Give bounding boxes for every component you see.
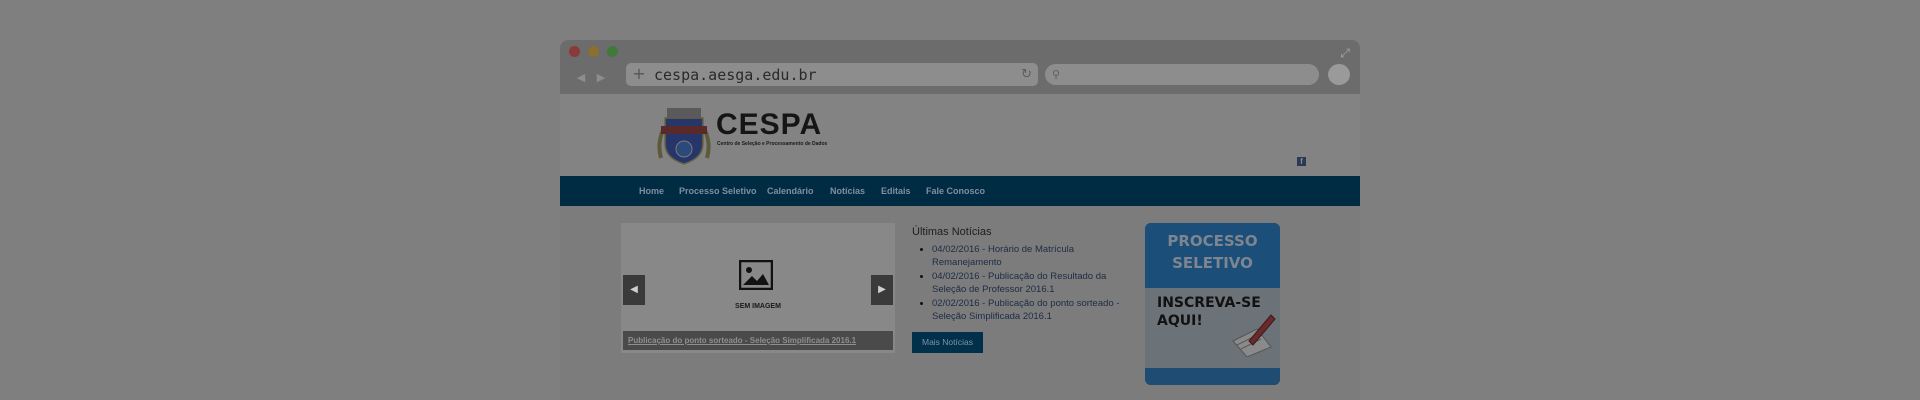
plus-icon[interactable]: + — [632, 63, 646, 86]
url-text[interactable]: cespa.aesga.edu.br — [654, 63, 817, 86]
extension-button[interactable] — [1328, 64, 1350, 85]
logo-subtitle: Centro de Seleção e Processamento de Dad… — [717, 141, 828, 147]
menu-item-fale-conosco[interactable]: Fale Conosco — [926, 176, 985, 206]
image-slider[interactable]: SEM IMAGEM ◀ ▶ Publicação do ponto sorte… — [621, 223, 895, 353]
aesga-crest-logo[interactable] — [655, 104, 713, 168]
menu-item-editais[interactable]: Editais — [881, 176, 911, 206]
facebook-icon[interactable]: f — [1297, 157, 1306, 166]
search-field[interactable]: ⚲ — [1045, 64, 1319, 85]
forward-arrow-icon[interactable]: ▶ — [592, 68, 610, 88]
processo-seletivo-banner[interactable]: PROCESSO SELETIVO INSCREVA-SE AQUI! — [1145, 223, 1280, 385]
news-heading: Últimas Notícias — [912, 226, 992, 238]
menu-item-home[interactable]: Home — [639, 176, 664, 206]
slider-next-button[interactable]: ▶ — [871, 275, 893, 305]
news-list: 04/02/2016 - Horário de Matrícula Remane… — [912, 243, 1137, 323]
address-bar[interactable]: + cespa.aesga.edu.br ↻ — [626, 63, 1038, 86]
menu-item-processo-seletivo[interactable]: Processo Seletivo — [679, 176, 757, 206]
reload-icon[interactable]: ↻ — [1021, 63, 1032, 86]
site-header: CESPA Centro de Seleção e Processamento … — [560, 94, 1360, 176]
banner-cta-line1: INSCREVA-SE — [1157, 295, 1261, 311]
banner-cta-line2: AQUI! — [1157, 313, 1203, 329]
news-item[interactable]: 02/02/2016 - Publicação do ponto sortead… — [932, 297, 1137, 323]
back-arrow-icon[interactable]: ◀ — [572, 68, 590, 88]
browser-toolbar: ⤢ ◀ ▶ + cespa.aesga.edu.br ↻ ⚲ — [560, 40, 1360, 94]
logo-title[interactable]: CESPA — [716, 110, 822, 140]
slider-caption: Publicação do ponto sorteado - Seleção S… — [623, 331, 893, 350]
menu-item-noticias[interactable]: Notícias — [830, 176, 865, 206]
news-item[interactable]: 04/02/2016 - Horário de Matrícula Remane… — [932, 243, 1137, 269]
main-menu: Home Processo Seletivo Calendário Notíci… — [560, 176, 1360, 206]
news-item[interactable]: 04/02/2016 - Publicação do Resultado da … — [932, 270, 1137, 296]
banner-title-line2: SELETIVO — [1172, 254, 1253, 272]
main-content: SEM IMAGEM ◀ ▶ Publicação do ponto sorte… — [560, 206, 1360, 400]
banner-footer — [1145, 368, 1280, 385]
minimize-window-button[interactable] — [588, 46, 599, 57]
banner-title-line1: PROCESSO — [1167, 232, 1258, 250]
image-placeholder-icon — [739, 260, 773, 290]
more-news-button[interactable]: Mais Notícias — [912, 332, 983, 353]
slider-caption-link[interactable]: Publicação do ponto sorteado - Seleção S… — [628, 331, 856, 350]
expand-icon[interactable]: ⤢ — [1338, 46, 1352, 60]
no-image-label: SEM IMAGEM — [735, 303, 781, 310]
search-icon: ⚲ — [1052, 68, 1061, 81]
zoom-window-button[interactable] — [607, 46, 618, 57]
latest-news: Últimas Notícias 04/02/2016 - Horário de… — [912, 226, 1137, 324]
browser-window: ⤢ ◀ ▶ + cespa.aesga.edu.br ↻ ⚲ CESPA Cen… — [560, 40, 1360, 400]
menu-item-calendario[interactable]: Calendário — [767, 176, 814, 206]
slider-prev-button[interactable]: ◀ — [623, 275, 645, 305]
close-window-button[interactable] — [569, 46, 580, 57]
pen-and-paper-icon — [1232, 314, 1276, 357]
